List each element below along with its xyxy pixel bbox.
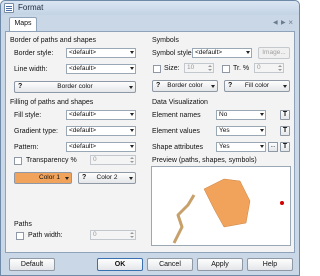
transparency-checkbox[interactable]: [14, 157, 22, 165]
path-width-spinner[interactable]: 0: [90, 230, 136, 240]
chevron-down-icon: [130, 145, 134, 148]
color2-button[interactable]: ? Color 2: [78, 172, 136, 184]
spin-up-icon: [278, 65, 282, 67]
pattern-label: Pattern:: [14, 144, 39, 151]
border-style-select[interactable]: <default>: [66, 48, 136, 58]
maps-panel: Border of paths and shapes Border style:…: [5, 31, 295, 253]
symbol-transparency-spinner[interactable]: 0: [254, 63, 284, 73]
question-icon: ?: [228, 82, 233, 89]
chevron-down-icon: [260, 129, 264, 132]
pattern-select[interactable]: <default>: [66, 142, 136, 152]
chevron-down-icon: [130, 51, 134, 54]
filling-group-title: Filling of paths and shapes: [10, 99, 94, 106]
fill-style-select[interactable]: <default>: [66, 110, 136, 120]
border-style-label: Border style:: [14, 50, 54, 57]
shape-attributes-select[interactable]: Yes: [216, 142, 266, 152]
transparency-spinner[interactable]: 0: [90, 155, 136, 165]
format-dialog: Format Maps ◀ ▶ × Border of paths and sh…: [0, 0, 300, 276]
chevron-down-icon: [283, 85, 287, 88]
element-values-select[interactable]: Yes: [216, 126, 266, 136]
tab-close-icon[interactable]: ×: [288, 18, 293, 27]
symbol-border-color-button[interactable]: ? Border color: [152, 80, 218, 92]
shape-attributes-label: Shape attributes: [152, 144, 203, 151]
question-icon: ?: [156, 82, 161, 89]
symbol-fill-color-button[interactable]: ? Fill color: [224, 80, 290, 92]
tab-next-icon[interactable]: ▶: [281, 19, 286, 26]
image-button[interactable]: Image...: [258, 47, 290, 59]
line-width-select[interactable]: <default>: [66, 64, 136, 74]
help-button[interactable]: Help: [247, 258, 293, 271]
preview-shape: [203, 178, 251, 228]
fill-style-label: Fill style:: [14, 112, 42, 119]
preview-graphic: [172, 178, 284, 244]
chevron-down-icon: [260, 145, 264, 148]
element-names-select[interactable]: No: [216, 110, 266, 120]
size-checkbox[interactable]: [153, 65, 161, 73]
tab-strip: Maps ◀ ▶ ×: [5, 17, 295, 31]
gradient-type-select[interactable]: <default>: [66, 126, 136, 136]
element-names-font-button[interactable]: T: [280, 110, 290, 120]
cancel-button[interactable]: Cancel: [147, 258, 193, 271]
tab-prev-icon[interactable]: ◀: [273, 19, 278, 26]
symbol-transparency-checkbox[interactable]: [222, 65, 230, 73]
shape-attributes-more-button[interactable]: ...: [268, 142, 278, 152]
chevron-down-icon: [130, 67, 134, 70]
preview-title: Preview (paths, shapes, symbols): [152, 157, 257, 164]
spin-up-icon: [130, 232, 134, 234]
color1-button[interactable]: Color 1: [14, 172, 72, 184]
apply-button[interactable]: Apply: [197, 258, 243, 271]
spin-up-icon: [130, 157, 134, 159]
symbols-group-title: Symbols: [152, 37, 179, 44]
preview-path: [172, 194, 196, 244]
element-values-label: Element values: [152, 128, 200, 135]
symbol-style-label: Symbol style: [152, 50, 192, 57]
title-bar: Format: [1, 1, 299, 15]
spin-down-icon: [208, 69, 212, 71]
element-names-label: Element names: [152, 112, 201, 119]
transparency-label: Transparency %: [26, 157, 77, 164]
shape-attributes-font-button[interactable]: T: [280, 142, 290, 152]
path-width-checkbox[interactable]: [16, 232, 24, 240]
ok-button[interactable]: OK: [97, 258, 143, 271]
default-button[interactable]: Default: [9, 258, 55, 271]
spin-down-icon: [130, 236, 134, 238]
symbol-style-select[interactable]: <default>: [192, 48, 252, 58]
chevron-down-icon: [129, 86, 133, 89]
chevron-down-icon: [130, 129, 134, 132]
chevron-down-icon: [130, 113, 134, 116]
window-title: Format: [18, 3, 44, 12]
size-label: Size:: [164, 65, 180, 72]
border-color-button[interactable]: ? Border color: [14, 81, 136, 93]
gradient-type-label: Gradient type:: [14, 128, 58, 135]
data-visualization-title: Data Visualization: [152, 99, 208, 106]
question-icon: ?: [82, 174, 87, 181]
chevron-down-icon: [65, 177, 69, 180]
chevron-down-icon: [246, 51, 250, 54]
question-icon: ?: [18, 83, 23, 90]
window-icon: [4, 3, 14, 13]
paths-group-title: Paths: [14, 221, 32, 228]
preview-symbol: [280, 201, 284, 205]
border-group-title: Border of paths and shapes: [10, 37, 97, 44]
path-width-label: Path width:: [28, 232, 63, 239]
symbol-transparency-label: Tr. %: [233, 65, 250, 72]
spin-up-icon: [208, 65, 212, 67]
chevron-down-icon: [129, 177, 133, 180]
tab-maps[interactable]: Maps: [9, 17, 37, 31]
line-width-label: Line width:: [14, 66, 48, 73]
chevron-down-icon: [211, 85, 215, 88]
spin-down-icon: [278, 69, 282, 71]
size-spinner[interactable]: 10: [184, 63, 214, 73]
preview-canvas: [151, 166, 291, 246]
element-values-font-button[interactable]: T: [280, 126, 290, 136]
spin-down-icon: [130, 161, 134, 163]
chevron-down-icon: [260, 113, 264, 116]
